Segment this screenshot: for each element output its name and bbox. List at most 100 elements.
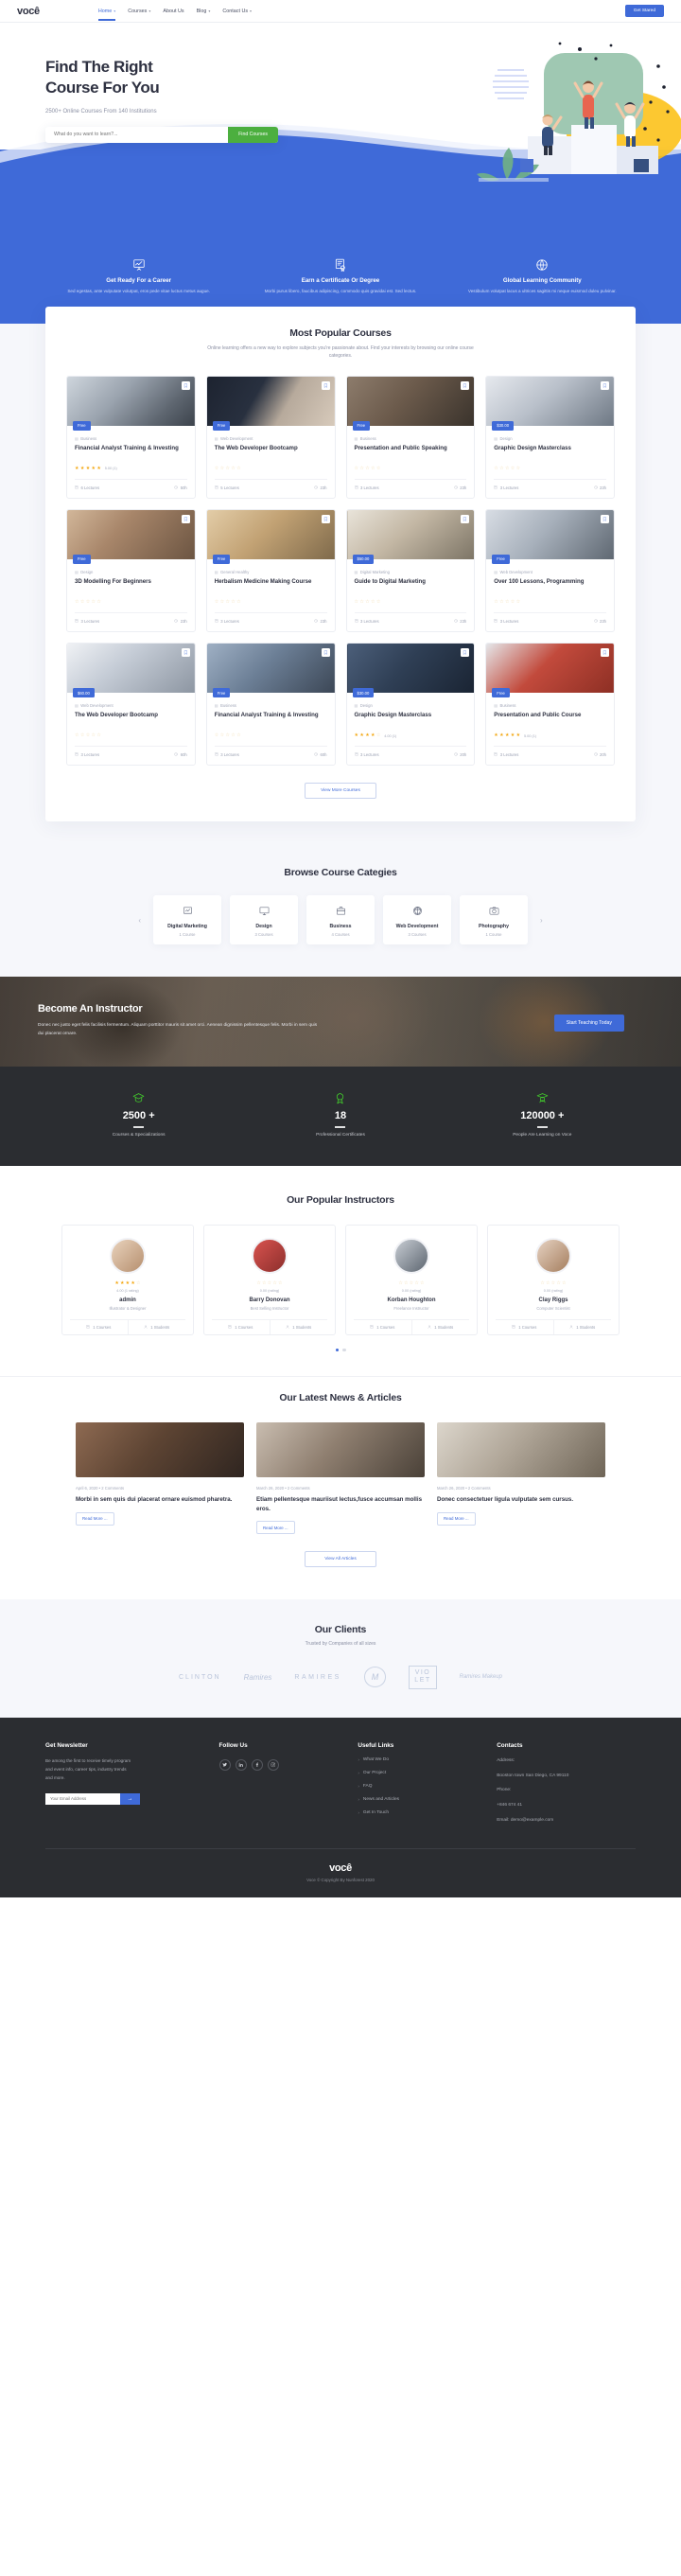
course-title[interactable]: Herbalism Medicine Making Course: [215, 578, 327, 594]
find-courses-button[interactable]: Find Courses: [228, 126, 278, 143]
course-card[interactable]: $30.00 ▤ Design Graphic Design Mastercla…: [345, 642, 476, 767]
course-title[interactable]: Financial Analyst Training & Investing: [215, 712, 327, 728]
instructor-card[interactable]: ★ ★ ★ ★ ☆ 4.00 (1 rating) admin Illustrator …: [61, 1224, 194, 1335]
categories-list: Digital Marketing 1 Course Design 3 Cour…: [153, 895, 528, 945]
instructor-card[interactable]: ☆ ☆ ☆ ☆ ☆ 0.00 (rating) Clay Riggs Computer …: [487, 1224, 620, 1335]
category-card-photography[interactable]: Photography 1 Course: [460, 895, 528, 945]
footer-link-what-we-do[interactable]: › What We Do: [358, 1757, 497, 1762]
newsletter-submit-button[interactable]: →: [120, 1792, 140, 1805]
course-card[interactable]: $30.00 ▤ Design Graphic Design Mastercla…: [485, 375, 615, 499]
category-card-digital-marketing[interactable]: Digital Marketing 1 Course: [153, 895, 221, 945]
course-card-body: ▤ Business Financial Analyst Training & …: [207, 693, 335, 765]
facebook-icon[interactable]: [251, 1758, 263, 1771]
star-4: ☆: [231, 732, 236, 738]
course-card[interactable]: $50.00 ▤ Digital Marketing Guide to Digi…: [345, 508, 476, 632]
instructor-name: Barry Donovan: [249, 1297, 290, 1303]
bookmark-icon[interactable]: [461, 380, 470, 390]
start-teaching-button[interactable]: Start Teaching Today: [553, 1015, 624, 1032]
twitter-icon[interactable]: [218, 1758, 231, 1771]
footer-link-faq[interactable]: › FAQ: [358, 1784, 497, 1789]
bookmark-icon[interactable]: [601, 647, 609, 657]
book-icon: [494, 619, 498, 624]
contact-email-value[interactable]: demo@example.com: [511, 1818, 553, 1823]
folder-icon: ▤: [214, 702, 218, 708]
newsletter-email-input[interactable]: [45, 1792, 120, 1805]
instagram-icon[interactable]: [267, 1758, 279, 1771]
bookmark-icon[interactable]: [181, 647, 190, 657]
course-card[interactable]: Free ▤ Business Financial Analyst Traini…: [205, 642, 336, 767]
course-title[interactable]: Graphic Design Masterclass: [355, 712, 467, 728]
footer-link-news-and-articles[interactable]: › News and Articles: [358, 1797, 497, 1802]
category-card-design[interactable]: Design 3 Courses: [230, 895, 298, 945]
post-title[interactable]: Etiam pellentesque mauriisut lectus,fusc…: [256, 1495, 425, 1513]
bookmark-icon[interactable]: [181, 380, 190, 390]
chevron-right-icon: ›: [358, 1809, 359, 1815]
search-input[interactable]: [45, 126, 229, 143]
bookmark-icon[interactable]: [461, 514, 470, 523]
bookmark-icon[interactable]: [461, 647, 470, 657]
brand-logo[interactable]: você: [17, 6, 40, 17]
course-card[interactable]: Free ▤ Design 3D Modelling For Beginners…: [66, 508, 196, 632]
course-card[interactable]: Free ▤ General Healthy Herbalism Medicin…: [205, 508, 336, 632]
course-card[interactable]: Free ▤ Web Development The Web Developer…: [205, 375, 336, 499]
star-5: ☆: [375, 465, 381, 471]
star-5: ☆: [419, 1279, 425, 1286]
bookmark-icon[interactable]: [321, 514, 330, 523]
course-title[interactable]: Guide to Digital Marketing: [355, 578, 467, 594]
get-started-button[interactable]: Get Stared: [624, 5, 664, 17]
book-icon: [215, 619, 218, 624]
course-title[interactable]: Over 100 Lessons, Programming: [494, 578, 606, 594]
course-title[interactable]: Financial Analyst Training & Investing: [75, 445, 187, 461]
instructor-card[interactable]: ☆ ☆ ☆ ☆ ☆ 0.00 (rating) Korban Houghton Free…: [345, 1224, 478, 1335]
bookmark-icon[interactable]: [321, 380, 330, 390]
post-thumbnail[interactable]: [437, 1422, 605, 1478]
star-3: ☆: [85, 598, 91, 605]
bookmark-icon[interactable]: [181, 514, 190, 523]
bookmark-icon[interactable]: [601, 514, 609, 523]
linkedin-icon[interactable]: [235, 1758, 247, 1771]
instructor-card[interactable]: ☆ ☆ ☆ ☆ ☆ 0.00 (rating) Barry Donovan Best S…: [203, 1224, 336, 1335]
course-card[interactable]: Free ▤ Business Presentation and Public …: [345, 375, 476, 499]
post-title[interactable]: Donec consectetuer ligula vulputate sem …: [437, 1495, 605, 1504]
read-more-button[interactable]: Read More ...: [256, 1521, 295, 1535]
read-more-button[interactable]: Read More ...: [437, 1511, 476, 1526]
nav-item-home[interactable]: Home ▾: [97, 2, 116, 21]
category-card-web-development[interactable]: Web Development 3 Courses: [383, 895, 451, 945]
nav-item-contact-us[interactable]: Contact Us ▾: [222, 2, 252, 21]
bookmark-icon[interactable]: [601, 380, 609, 390]
post-thumbnail[interactable]: [256, 1422, 425, 1478]
course-title[interactable]: Presentation and Public Speaking: [355, 445, 467, 461]
page-root: você Home ▾ Courses ▾ About Us Blog ▾ Co…: [0, 0, 681, 1898]
course-title[interactable]: Graphic Design Masterclass: [494, 445, 606, 461]
course-title[interactable]: 3D Modelling For Beginners: [75, 578, 187, 594]
carousel-dot-1[interactable]: [335, 1348, 339, 1352]
course-title[interactable]: Presentation and Public Course: [494, 712, 606, 728]
course-card[interactable]: $60.00 ▤ Web Development The Web Develop…: [66, 642, 196, 767]
course-title[interactable]: The Web Developer Bootcamp: [215, 445, 327, 461]
nav-item-courses[interactable]: Courses ▾: [128, 2, 150, 21]
post-title[interactable]: Morbi in sem quis dui placerat ornare eu…: [76, 1495, 244, 1504]
view-more-courses-button[interactable]: View More Courses: [305, 783, 376, 800]
footer-link-get-in-touch[interactable]: › Get In Touch: [358, 1810, 497, 1815]
bookmark-icon[interactable]: [321, 647, 330, 657]
course-card[interactable]: Free ▤ Business Presentation and Public …: [485, 642, 615, 767]
view-all-articles-button[interactable]: View All Articles: [305, 1551, 376, 1568]
star-3: ★: [504, 732, 510, 738]
post-thumbnail[interactable]: [76, 1422, 244, 1478]
categories-prev-arrow[interactable]: ‹: [134, 916, 145, 925]
categories-section: Browse Course Categies ‹ Digital Marketi…: [0, 856, 681, 978]
course-title[interactable]: The Web Developer Bootcamp: [75, 712, 187, 728]
read-more-button[interactable]: Read More ...: [76, 1511, 114, 1526]
carousel-dot-2[interactable]: [342, 1348, 346, 1352]
course-card[interactable]: Free ▤ Web Development Over 100 Lessons,…: [485, 508, 615, 632]
feature-title: Global Learning Community: [502, 277, 582, 284]
nav-item-about-us[interactable]: About Us: [163, 2, 183, 21]
category-card-business[interactable]: Business 4 Courses: [306, 895, 375, 945]
footer-link-our-project[interactable]: › Our Project: [358, 1771, 497, 1775]
categories-next-arrow[interactable]: ›: [536, 916, 547, 925]
star-3: ★: [85, 465, 91, 471]
course-card[interactable]: Free ▤ Business Financial Analyst Traini…: [66, 375, 196, 499]
nav-item-blog[interactable]: Blog ▾: [197, 2, 211, 21]
course-lectures: 3 Lectures: [355, 485, 379, 490]
post-meta: March 26, 2020 • 2 Comments: [256, 1486, 310, 1491]
